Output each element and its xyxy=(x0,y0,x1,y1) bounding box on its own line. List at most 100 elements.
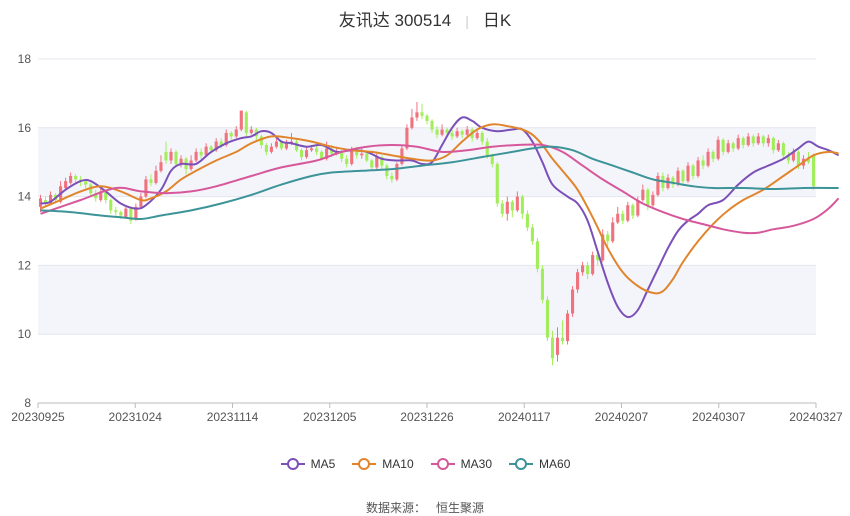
candle-body xyxy=(545,299,550,338)
candle-body xyxy=(84,181,88,185)
candle-body xyxy=(571,289,575,314)
candle-body xyxy=(535,241,539,269)
candle-body xyxy=(530,227,534,242)
candle-body xyxy=(656,175,660,195)
candle-body xyxy=(395,163,399,180)
candle-body xyxy=(284,143,289,149)
candle-body xyxy=(309,148,314,151)
candle-body xyxy=(109,200,113,211)
candle-body xyxy=(460,131,464,135)
candle-body xyxy=(455,131,459,137)
candle-body xyxy=(365,153,369,161)
candle-body xyxy=(239,110,243,130)
candle-body xyxy=(450,132,454,137)
candle-body xyxy=(119,212,123,216)
candle-body xyxy=(751,136,755,144)
candle-body xyxy=(199,151,203,156)
candle-body xyxy=(756,136,760,144)
candle-body xyxy=(776,143,780,151)
candle-body xyxy=(555,337,560,355)
candle-body xyxy=(621,213,625,221)
candle-body xyxy=(244,112,248,133)
candle-body xyxy=(646,189,650,206)
x-tick-label: 20240327 xyxy=(789,410,843,424)
candle-body xyxy=(164,151,168,161)
legend-marker-icon xyxy=(430,458,455,470)
grid-band xyxy=(38,265,816,335)
candle-body xyxy=(370,160,374,168)
candle-body xyxy=(475,132,479,139)
candle-body xyxy=(721,139,725,152)
candle-body xyxy=(480,132,484,142)
candle-body xyxy=(375,157,379,168)
legend-item-ma30[interactable]: MA30 xyxy=(430,457,492,471)
y-tick-label: 12 xyxy=(18,258,32,272)
candle-body xyxy=(169,151,173,161)
x-tick-label: 20231024 xyxy=(109,410,163,424)
x-tick-label: 20231226 xyxy=(400,410,454,424)
x-tick-label: 20231114 xyxy=(207,410,259,424)
candle-body xyxy=(611,222,615,242)
candle-body xyxy=(154,170,158,183)
candle-body xyxy=(641,189,645,201)
candle-body xyxy=(350,150,354,164)
y-tick-label: 16 xyxy=(18,121,32,135)
candle-body xyxy=(249,129,253,133)
x-tick-label: 20240117 xyxy=(498,410,551,424)
candle-body xyxy=(691,165,695,176)
candle-body xyxy=(560,337,565,342)
candle-body xyxy=(139,196,143,207)
candle-body xyxy=(299,150,304,158)
legend-label: MA5 xyxy=(310,457,336,471)
source-value: 恒生聚源 xyxy=(436,501,485,515)
candle-body xyxy=(701,160,705,166)
candle-body xyxy=(430,120,434,130)
candle-body xyxy=(520,196,524,214)
candle-body xyxy=(706,151,710,166)
candle-body xyxy=(360,153,364,156)
legend-marker-icon xyxy=(352,458,377,470)
candle-body xyxy=(415,112,419,118)
candle-body xyxy=(796,151,800,166)
candle-body xyxy=(696,160,700,176)
x-tick-label: 20240307 xyxy=(692,410,746,424)
x-tick-label: 20230925 xyxy=(11,410,65,424)
legend-item-ma60[interactable]: MA60 xyxy=(508,457,570,471)
candle-body xyxy=(209,146,213,151)
candle-body xyxy=(515,196,519,211)
candle-body xyxy=(581,265,585,273)
candle-body xyxy=(686,165,690,182)
candle-body xyxy=(390,175,394,180)
candle-body xyxy=(435,129,439,135)
candle-body xyxy=(591,255,595,274)
legend-item-ma10[interactable]: MA10 xyxy=(351,457,414,471)
data-source: 数据来源： 恒生聚源 xyxy=(0,499,850,516)
legend-item-ma5[interactable]: MA5 xyxy=(280,457,336,471)
y-tick-label: 14 xyxy=(18,190,32,204)
candle-body xyxy=(606,234,610,242)
candle-body xyxy=(114,210,118,213)
candle-body xyxy=(440,129,444,135)
candle-body xyxy=(616,213,620,223)
candle-body xyxy=(811,155,816,187)
candle-body xyxy=(736,138,740,149)
legend-marker-icon xyxy=(509,458,534,470)
candle-body xyxy=(385,165,389,176)
x-tick-label: 20240207 xyxy=(595,410,649,424)
candle-body xyxy=(234,129,238,137)
candle-body xyxy=(500,203,504,214)
candle-body xyxy=(69,175,73,183)
candle-body xyxy=(761,136,765,144)
candle-body xyxy=(264,145,268,152)
y-tick-label: 10 xyxy=(18,327,32,341)
candle-body xyxy=(525,213,529,228)
candle-body xyxy=(651,194,655,206)
candle-body xyxy=(315,148,319,152)
candle-body xyxy=(731,143,735,149)
legend-marker-icon xyxy=(280,458,305,470)
candle-body xyxy=(420,112,424,116)
candle-body xyxy=(144,179,148,197)
legend-label: MA10 xyxy=(382,457,414,471)
candle-body xyxy=(194,151,198,161)
candle-body xyxy=(626,205,630,221)
